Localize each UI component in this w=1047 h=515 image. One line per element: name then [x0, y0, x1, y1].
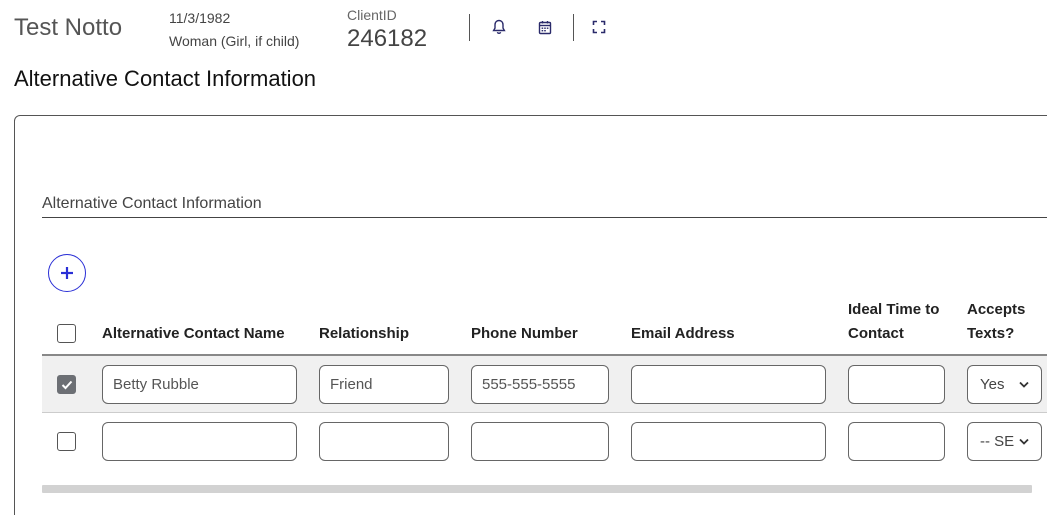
add-contact-button[interactable] [48, 254, 86, 292]
row-checkbox[interactable] [57, 432, 76, 451]
client-dob: 11/3/1982 [169, 10, 231, 26]
section-title: Alternative Contact Information [42, 195, 262, 212]
ideal-time-field[interactable] [848, 365, 945, 404]
ideal-time-field[interactable] [848, 422, 945, 461]
accepts-texts-value: -- SE [980, 433, 1015, 450]
horizontal-scrollbar[interactable] [42, 485, 1032, 493]
accepts-texts-select[interactable]: -- SE [967, 422, 1042, 461]
chevron-down-icon [1019, 438, 1029, 445]
calendar-icon[interactable] [536, 18, 554, 36]
contact-name-field[interactable]: Betty Rubble [102, 365, 297, 404]
header-divider [573, 14, 574, 41]
column-header-phone: Phone Number [471, 325, 578, 342]
phone-number-field[interactable] [471, 422, 609, 461]
contact-name-field[interactable] [102, 422, 297, 461]
accepts-texts-select[interactable]: Yes [967, 365, 1042, 404]
relationship-field[interactable]: Friend [319, 365, 449, 404]
client-gender: Woman (Girl, if child) [169, 33, 300, 49]
client-id-block: ClientID 246182 [347, 6, 427, 54]
relationship-field[interactable] [319, 422, 449, 461]
client-demographics: 11/3/1982 Woman (Girl, if child) [169, 7, 299, 53]
page-title: Alternative Contact Information [14, 66, 317, 91]
email-address-field[interactable] [631, 422, 826, 461]
column-header-ideal-time: Ideal Time to Contact [848, 301, 940, 342]
client-id-value: 246182 [347, 25, 428, 52]
client-name: Test Notto [14, 14, 123, 41]
column-header-email: Email Address [631, 325, 735, 342]
column-header-accepts-texts: Accepts Texts? [967, 301, 1026, 342]
phone-number-field[interactable]: 555-555-5555 [471, 365, 609, 404]
email-address-field[interactable] [631, 365, 826, 404]
header-divider [469, 14, 470, 41]
client-id-label: ClientID [347, 7, 397, 23]
row-checkbox[interactable] [57, 375, 76, 394]
select-all-checkbox[interactable] [57, 324, 76, 343]
bell-icon[interactable] [490, 18, 508, 36]
checkmark-icon [61, 380, 72, 389]
plus-icon [61, 267, 73, 279]
chevron-down-icon [1019, 381, 1029, 388]
column-header-name: Alternative Contact Name [102, 325, 285, 342]
column-header-relationship: Relationship [319, 325, 410, 342]
fullscreen-icon[interactable] [590, 18, 608, 36]
table-row-divider [42, 412, 1047, 413]
accepts-texts-value: Yes [980, 376, 1005, 393]
section-divider [42, 217, 1047, 218]
